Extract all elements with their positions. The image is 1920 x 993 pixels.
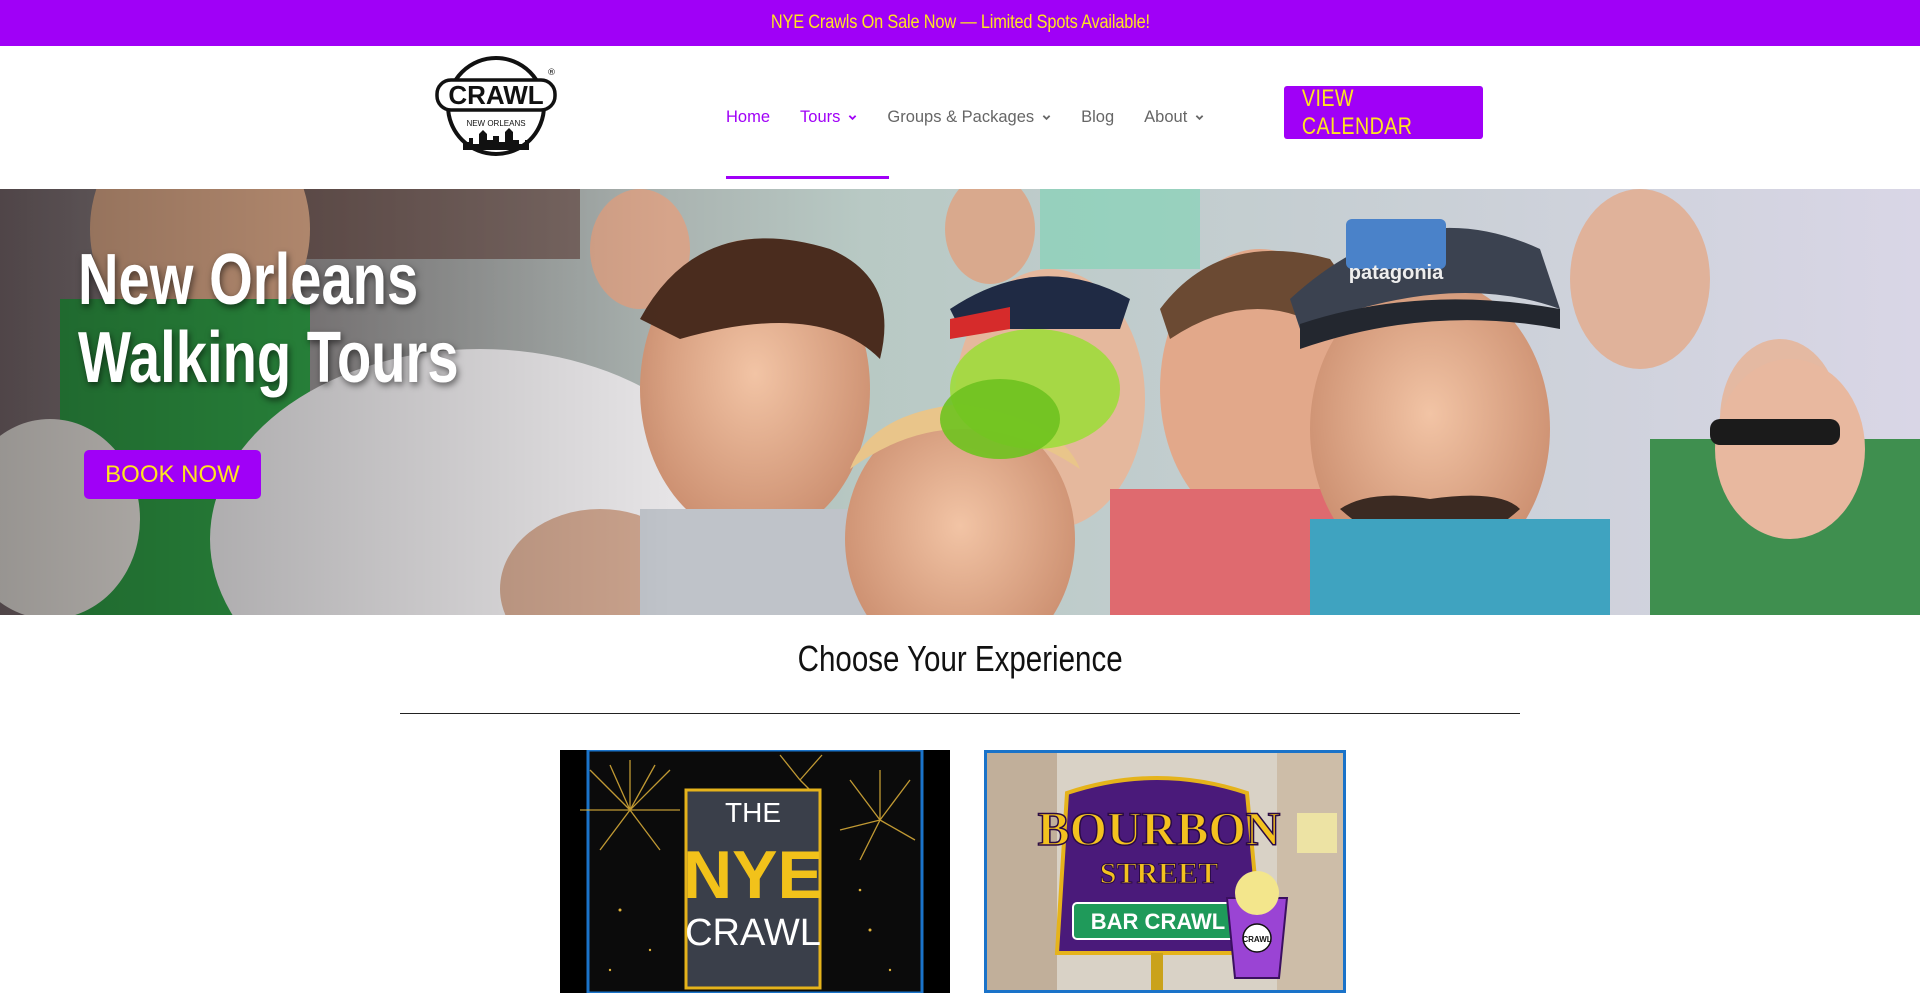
svg-text:®: ® — [547, 68, 556, 78]
svg-text:BOURBON: BOURBON — [1038, 803, 1281, 856]
section-heading: Choose Your Experience — [797, 638, 1123, 679]
svg-text:NYE: NYE — [683, 837, 823, 913]
chevron-down-icon — [1042, 115, 1051, 121]
nav-item-label: Tours — [800, 108, 841, 126]
svg-text:CRAWL: CRAWL — [685, 912, 821, 954]
hero-title: New Orleans Walking Tours — [78, 241, 459, 397]
nye-crawl-card[interactable]: THE NYE CRAWL — [560, 750, 950, 993]
bourbon-street-crawl-card[interactable]: BOURBON STREET BAR CRAWL CRAWL — [984, 750, 1346, 993]
hero-banner: patagonia New Orleans Walking Tours BOOK… — [0, 189, 1920, 615]
nav-item-label: Blog — [1081, 108, 1115, 126]
svg-text:BAR CRAWL: BAR CRAWL — [1091, 909, 1225, 934]
view-calendar-button[interactable]: VIEW CALENDAR — [1284, 84, 1483, 140]
view-calendar-label: VIEW CALENDAR — [1301, 84, 1413, 140]
active-nav-indicator — [726, 176, 889, 179]
hero-title-line1: New Orleans — [78, 240, 419, 320]
nav-item-label: Home — [726, 108, 771, 126]
nav-item-blog[interactable]: Blog — [1081, 108, 1114, 127]
nav-item-tours[interactable]: Tours — [800, 108, 857, 127]
crawl-logo[interactable]: CRAWL ® NEW ORLEANS — [433, 54, 559, 158]
svg-text:THE: THE — [725, 797, 781, 828]
nav-item-label: Groups & Packages — [887, 108, 1035, 126]
svg-text:CRAWL: CRAWL — [448, 80, 543, 110]
nav-item-groups-packages[interactable]: Groups & Packages — [887, 108, 1051, 127]
main-nav: Home Tours Groups & Packages Blog About — [726, 46, 1234, 189]
svg-text:CRAWL: CRAWL — [1242, 935, 1271, 944]
book-now-label: BOOK NOW — [105, 460, 240, 488]
nav-item-label: About — [1144, 108, 1188, 126]
chevron-down-icon — [1195, 115, 1204, 121]
chevron-down-icon — [849, 115, 857, 121]
svg-text:STREET: STREET — [1100, 857, 1218, 890]
hero-title-line2: Walking Tours — [78, 318, 459, 398]
book-now-button[interactable]: BOOK NOW — [84, 450, 261, 499]
svg-text:NEW ORLEANS: NEW ORLEANS — [466, 119, 525, 128]
section-divider — [400, 713, 1520, 714]
nye-crawl-poster: THE NYE CRAWL — [580, 750, 924, 993]
site-header: CRAWL ® NEW ORLEANS Home Tours Groups & … — [0, 46, 1920, 189]
bourbon-street-poster: BOURBON STREET BAR CRAWL CRAWL — [987, 753, 1343, 990]
nav-item-home[interactable]: Home — [726, 108, 770, 127]
nav-item-about[interactable]: About — [1144, 108, 1204, 127]
announcement-bar[interactable]: NYE Crawls On Sale Now — Limited Spots A… — [0, 0, 1920, 46]
announcement-text: NYE Crawls On Sale Now — Limited Spots A… — [770, 12, 1150, 33]
